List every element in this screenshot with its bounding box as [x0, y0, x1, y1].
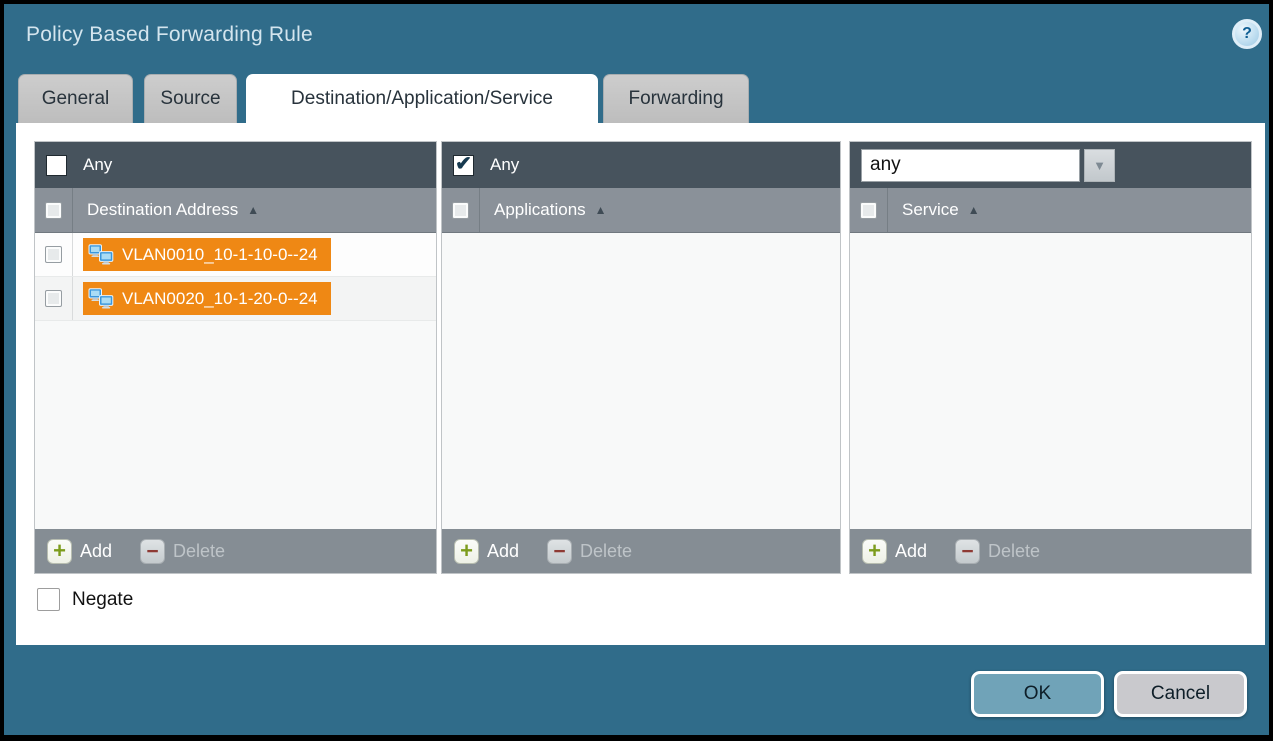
negate-checkbox[interactable] — [37, 588, 60, 611]
tab-label: Forwarding — [628, 88, 723, 110]
destination-column-header[interactable]: Destination Address ▲ — [35, 188, 436, 233]
applications-footer: + Add − Delete — [442, 529, 840, 573]
sort-asc-icon: ▲ — [968, 203, 980, 217]
chevron-down-icon: ▼ — [1093, 158, 1106, 173]
policy-based-forwarding-dialog: Policy Based Forwarding Rule ? General S… — [4, 4, 1269, 735]
add-button[interactable]: + Add — [862, 539, 927, 564]
tab-label: Destination/Application/Service — [291, 88, 553, 110]
select-all-cell — [850, 188, 888, 232]
row-checkbox[interactable] — [45, 246, 62, 263]
check-icon: ✔ — [455, 154, 472, 174]
service-list — [850, 233, 1251, 529]
column-header-label: Destination Address — [87, 200, 238, 220]
select-all-cell — [35, 188, 73, 232]
negate-label: Negate — [72, 589, 133, 611]
service-footer: + Add − Delete — [850, 529, 1251, 573]
tab-forwarding[interactable]: Forwarding — [603, 74, 749, 123]
row-checkbox-cell — [35, 277, 73, 320]
column-header-label: Service — [902, 200, 959, 220]
row-checkbox[interactable] — [45, 290, 62, 307]
applications-any-checkbox[interactable]: ✔ — [453, 155, 474, 176]
sort-asc-icon: ▲ — [595, 203, 607, 217]
destination-footer: + Add − Delete — [35, 529, 436, 573]
add-label: Add — [487, 541, 519, 562]
network-icon — [88, 244, 114, 265]
destination-any-bar: Any — [35, 142, 436, 188]
help-icon[interactable]: ? — [1232, 19, 1262, 49]
applications-list — [442, 233, 840, 529]
table-row[interactable]: VLAN0020_10-1-20-0--24 — [35, 277, 436, 321]
service-column-header[interactable]: Service ▲ — [850, 188, 1251, 233]
network-icon — [88, 288, 114, 309]
add-label: Add — [80, 541, 112, 562]
screenshot-stage: Policy Based Forwarding Rule ? General S… — [0, 0, 1273, 741]
applications-any-bar: ✔ Any — [442, 142, 840, 188]
destination-list: VLAN0010_10-1-10-0--24 — [35, 233, 436, 529]
delete-label: Delete — [988, 541, 1040, 562]
plus-icon: + — [454, 539, 479, 564]
service-dropdown-bar: ▼ — [850, 142, 1251, 188]
add-label: Add — [895, 541, 927, 562]
tab-general[interactable]: General — [18, 74, 133, 123]
minus-icon: − — [547, 539, 572, 564]
cancel-button[interactable]: Cancel — [1114, 671, 1247, 717]
table-row[interactable]: VLAN0010_10-1-10-0--24 — [35, 233, 436, 277]
ok-button[interactable]: OK — [971, 671, 1104, 717]
tab-label: General — [42, 88, 110, 110]
sort-asc-icon: ▲ — [247, 203, 259, 217]
tab-source[interactable]: Source — [144, 74, 237, 123]
destination-address-panel: Any Destination Address ▲ — [34, 141, 437, 574]
minus-icon: − — [140, 539, 165, 564]
delete-button[interactable]: − Delete — [955, 539, 1040, 564]
delete-label: Delete — [173, 541, 225, 562]
any-label: Any — [490, 155, 519, 175]
column-header-label: Applications — [494, 200, 586, 220]
service-panel: ▼ Service ▲ + Add − Delete — [849, 141, 1252, 574]
any-label: Any — [83, 155, 112, 175]
select-all-checkbox[interactable] — [860, 202, 877, 219]
window-title: Policy Based Forwarding Rule — [26, 23, 313, 47]
service-dropdown-button[interactable]: ▼ — [1084, 149, 1115, 182]
item-label: VLAN0020_10-1-20-0--24 — [122, 289, 318, 309]
delete-label: Delete — [580, 541, 632, 562]
minus-icon: − — [955, 539, 980, 564]
select-all-checkbox[interactable] — [452, 202, 469, 219]
item-label: VLAN0010_10-1-10-0--24 — [122, 245, 318, 265]
delete-button[interactable]: − Delete — [547, 539, 632, 564]
address-item[interactable]: VLAN0010_10-1-10-0--24 — [83, 238, 331, 271]
plus-icon: + — [862, 539, 887, 564]
tab-label: Source — [160, 88, 220, 110]
plus-icon: + — [47, 539, 72, 564]
row-checkbox-cell — [35, 233, 73, 276]
delete-button[interactable]: − Delete — [140, 539, 225, 564]
select-all-cell — [442, 188, 480, 232]
applications-panel: ✔ Any Applications ▲ + Add − Delete — [441, 141, 841, 574]
destination-any-checkbox[interactable] — [46, 155, 67, 176]
add-button[interactable]: + Add — [454, 539, 519, 564]
add-button[interactable]: + Add — [47, 539, 112, 564]
address-item[interactable]: VLAN0020_10-1-20-0--24 — [83, 282, 331, 315]
service-dropdown-input[interactable] — [861, 149, 1080, 182]
select-all-checkbox[interactable] — [45, 202, 62, 219]
negate-control: Negate — [37, 588, 133, 611]
applications-column-header[interactable]: Applications ▲ — [442, 188, 840, 233]
tab-destination-application-service[interactable]: Destination/Application/Service — [246, 74, 598, 124]
